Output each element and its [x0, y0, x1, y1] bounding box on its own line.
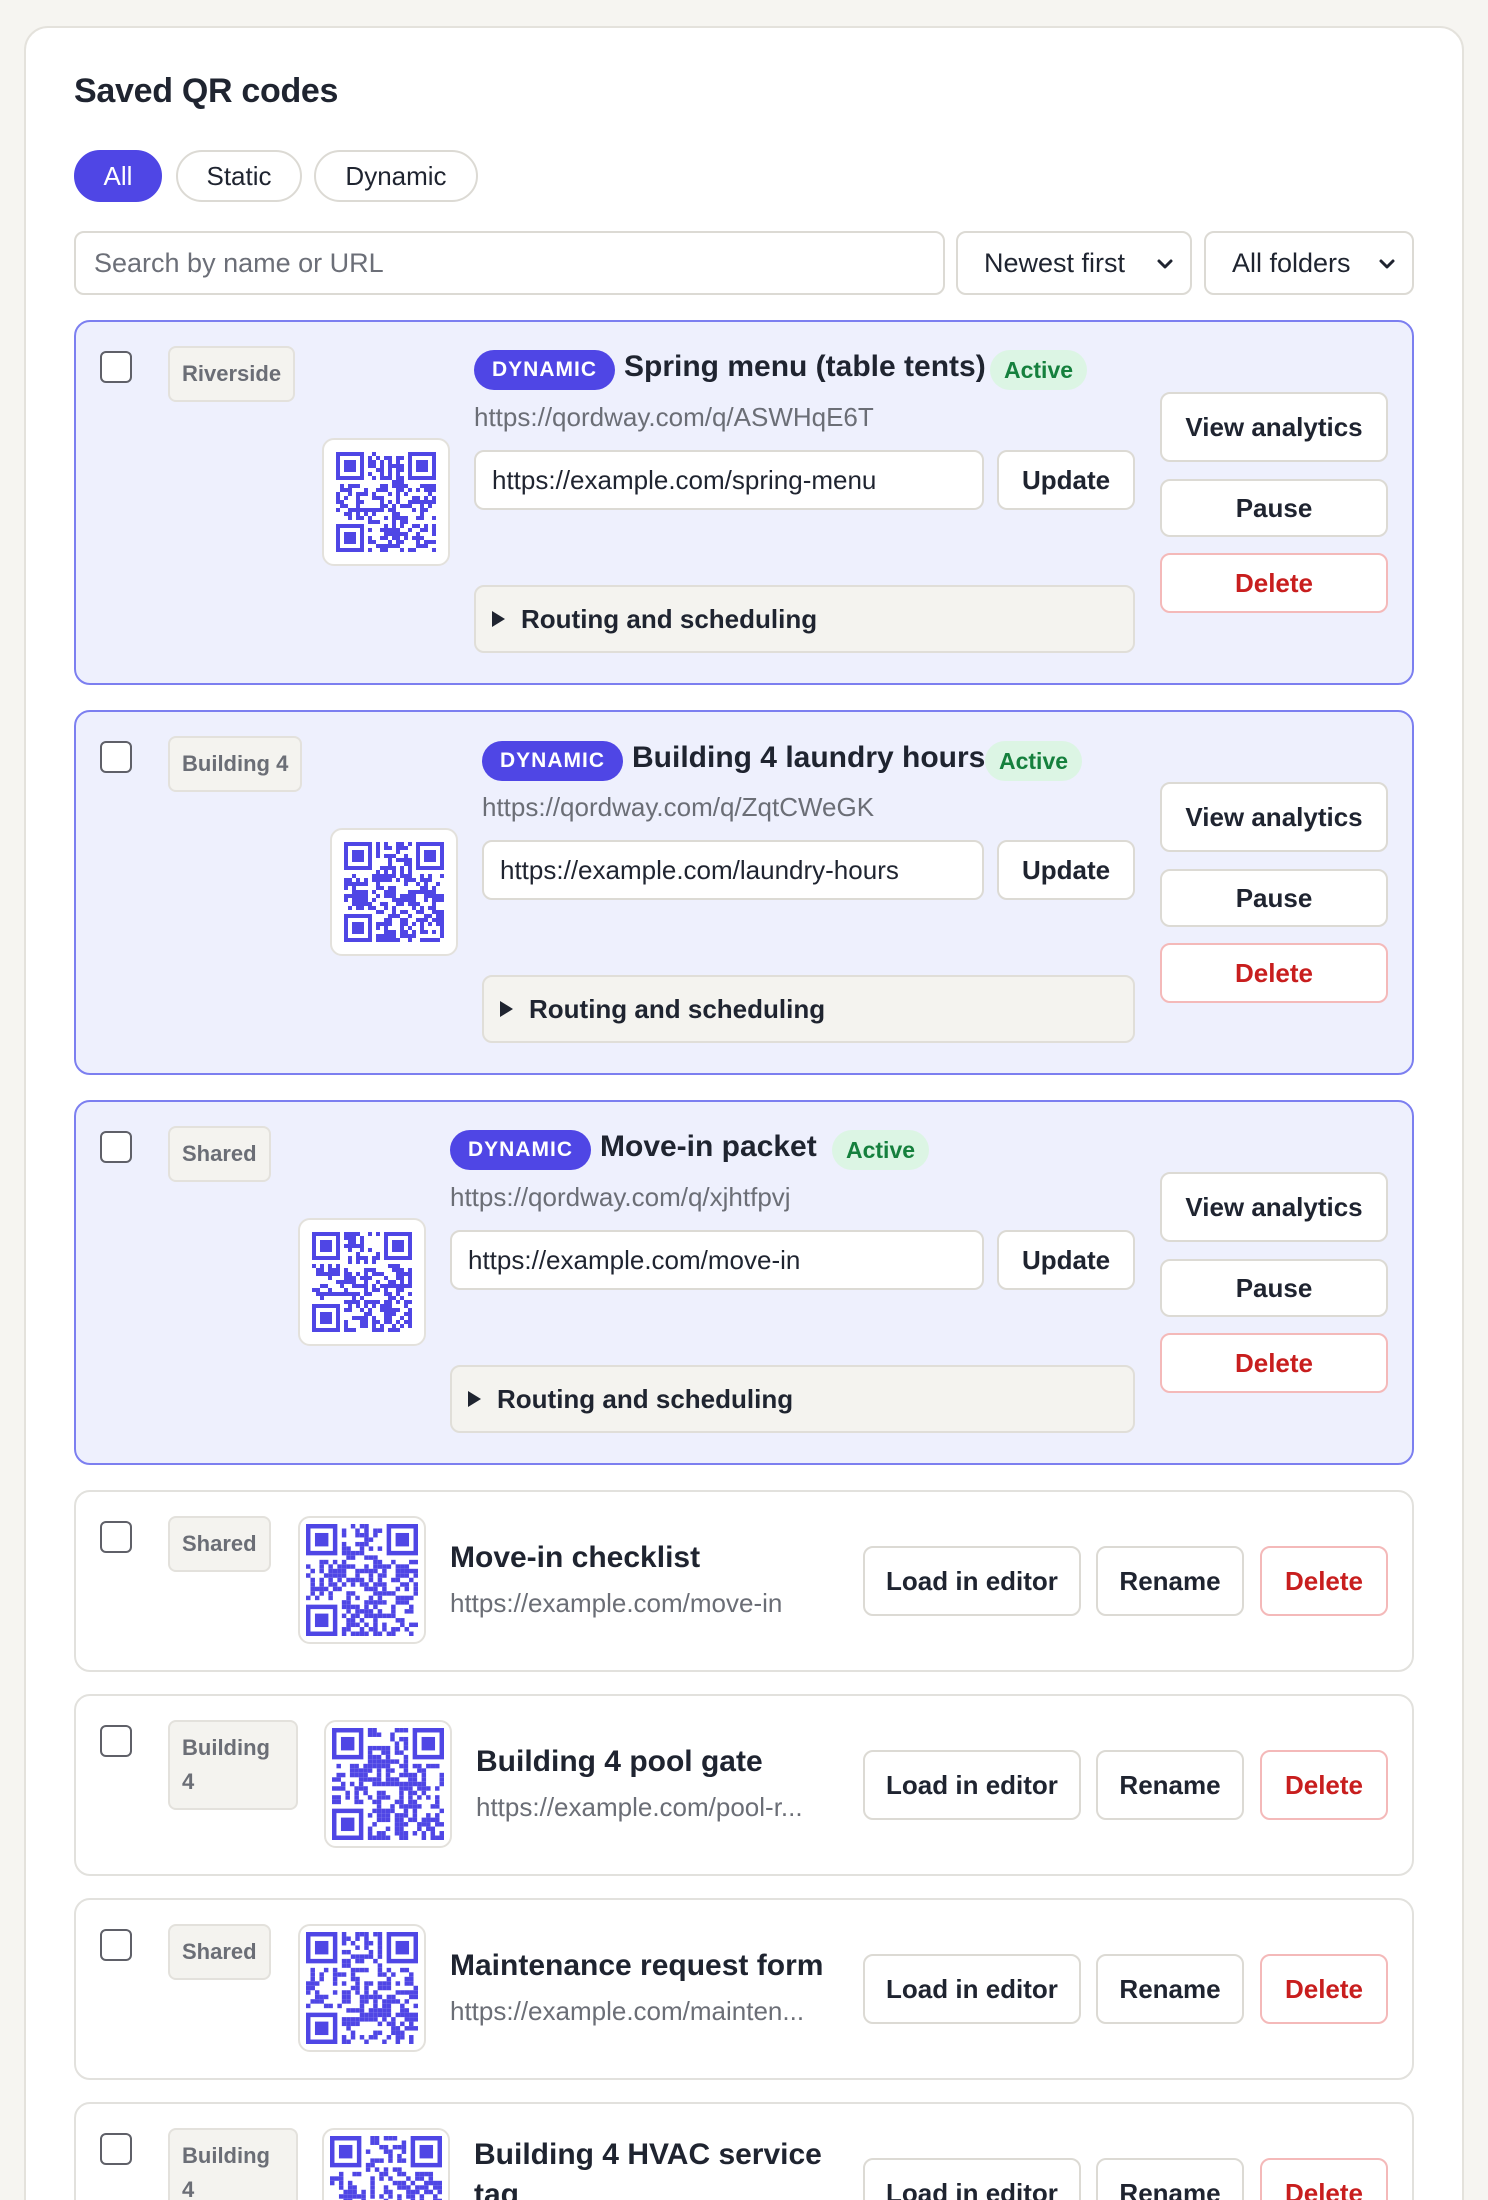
disclosure-triangle-icon — [500, 1001, 513, 1017]
status-badge: Active — [990, 350, 1088, 390]
routing-scheduling-toggle[interactable]: Routing and scheduling — [450, 1365, 1135, 1433]
filter-dynamic[interactable]: Dynamic — [314, 150, 478, 202]
dynamic-badge: DYNAMIC — [482, 741, 623, 781]
select-checkbox[interactable] — [100, 1131, 132, 1163]
sort-select-value: Newest first — [984, 247, 1126, 278]
code-url: https://example.com/move-in — [450, 1588, 783, 1618]
folder-tag: Riverside — [168, 346, 296, 402]
delete-button[interactable]: Delete — [1160, 943, 1388, 1003]
routing-label: Routing and scheduling — [529, 993, 826, 1024]
routing-label: Routing and scheduling — [497, 1383, 794, 1414]
delete-button[interactable]: Delete — [1260, 1750, 1388, 1820]
load-in-editor-button[interactable]: Load in editor — [863, 1954, 1081, 2024]
status-badge: Active — [832, 1130, 930, 1170]
routing-label: Routing and scheduling — [521, 603, 818, 634]
code-name: Maintenance request form — [450, 1949, 824, 1982]
select-checkbox[interactable] — [100, 741, 132, 773]
routing-scheduling-toggle[interactable]: Routing and scheduling — [482, 975, 1135, 1043]
qr-code-image — [322, 2128, 450, 2200]
folder-select-value: All folders — [1232, 247, 1351, 278]
code-name: Move-in packet — [600, 1130, 817, 1163]
pause-button[interactable]: Pause — [1160, 479, 1388, 537]
folder-tag: Shared — [168, 1516, 271, 1572]
code-name: Spring menu (table tents) — [624, 350, 986, 383]
view-analytics-button[interactable]: View analytics — [1160, 782, 1388, 852]
page-title: Saved QR codes — [74, 72, 339, 110]
folder-tag: Building 4 — [168, 2128, 298, 2200]
short-url: https://qordway.com/q/ZqtCWeGK — [482, 792, 875, 822]
short-url: https://qordway.com/q/xjhtfpvj — [450, 1182, 791, 1212]
folder-tag: Shared — [168, 1924, 271, 1980]
load-in-editor-button[interactable]: Load in editor — [863, 1750, 1081, 1820]
qr-code-image — [298, 1516, 426, 1644]
code-name: Building 4 HVAC service tag — [474, 2138, 822, 2200]
folder-tag: Shared — [168, 1126, 271, 1182]
load-in-editor-button[interactable]: Load in editor — [863, 1546, 1081, 1616]
code-name: Building 4 laundry hours — [632, 741, 986, 774]
chevron-down-icon — [1379, 259, 1395, 269]
code-name: Building 4 pool gate — [476, 1745, 763, 1778]
update-button[interactable]: Update — [997, 1230, 1135, 1290]
select-checkbox[interactable] — [100, 2133, 132, 2165]
pause-button[interactable]: Pause — [1160, 869, 1388, 927]
disclosure-triangle-icon — [492, 611, 505, 627]
delete-button[interactable]: Delete — [1160, 1333, 1388, 1393]
destination-url-input[interactable] — [450, 1230, 984, 1290]
select-checkbox[interactable] — [100, 1521, 132, 1553]
code-url: https://example.com/pool-r... — [476, 1792, 803, 1822]
pause-button[interactable]: Pause — [1160, 1259, 1388, 1317]
update-button[interactable]: Update — [997, 450, 1135, 510]
rename-button[interactable]: Rename — [1096, 1750, 1244, 1820]
destination-url-input[interactable] — [482, 840, 984, 900]
delete-button[interactable]: Delete — [1260, 2158, 1388, 2200]
view-analytics-button[interactable]: View analytics — [1160, 392, 1388, 462]
qr-code-image — [298, 1924, 426, 2052]
filter-static[interactable]: Static — [176, 150, 302, 202]
rename-button[interactable]: Rename — [1096, 1546, 1244, 1616]
short-url: https://qordway.com/q/ASWHqE6T — [474, 402, 874, 432]
rename-button[interactable]: Rename — [1096, 2158, 1244, 2200]
load-in-editor-button[interactable]: Load in editor — [863, 2158, 1081, 2200]
status-badge: Active — [985, 741, 1083, 781]
qr-code-image — [330, 828, 458, 956]
select-checkbox[interactable] — [100, 1725, 132, 1757]
routing-scheduling-toggle[interactable]: Routing and scheduling — [474, 585, 1135, 653]
qr-code-image — [322, 438, 450, 566]
qr-code-image — [324, 1720, 452, 1848]
search-input[interactable] — [74, 231, 945, 295]
code-name: Move-in checklist — [450, 1541, 701, 1574]
qr-code-image — [298, 1218, 426, 1346]
sort-select[interactable]: Newest first — [956, 231, 1192, 295]
dynamic-badge: DYNAMIC — [474, 350, 615, 390]
select-checkbox[interactable] — [100, 351, 132, 383]
code-url: https://example.com/mainten... — [450, 1996, 805, 2026]
disclosure-triangle-icon — [468, 1391, 481, 1407]
select-checkbox[interactable] — [100, 1929, 132, 1961]
delete-button[interactable]: Delete — [1260, 1546, 1388, 1616]
folder-tag: Building 4 — [168, 736, 303, 792]
delete-button[interactable]: Delete — [1160, 553, 1388, 613]
folder-select[interactable]: All folders — [1204, 231, 1414, 295]
update-button[interactable]: Update — [997, 840, 1135, 900]
folder-tag: Building 4 — [168, 1720, 298, 1810]
view-analytics-button[interactable]: View analytics — [1160, 1172, 1388, 1242]
dynamic-badge: DYNAMIC — [450, 1130, 591, 1170]
delete-button[interactable]: Delete — [1260, 1954, 1388, 2024]
rename-button[interactable]: Rename — [1096, 1954, 1244, 2024]
chevron-down-icon — [1157, 259, 1173, 269]
destination-url-input[interactable] — [474, 450, 984, 510]
filter-all[interactable]: All — [74, 150, 162, 202]
